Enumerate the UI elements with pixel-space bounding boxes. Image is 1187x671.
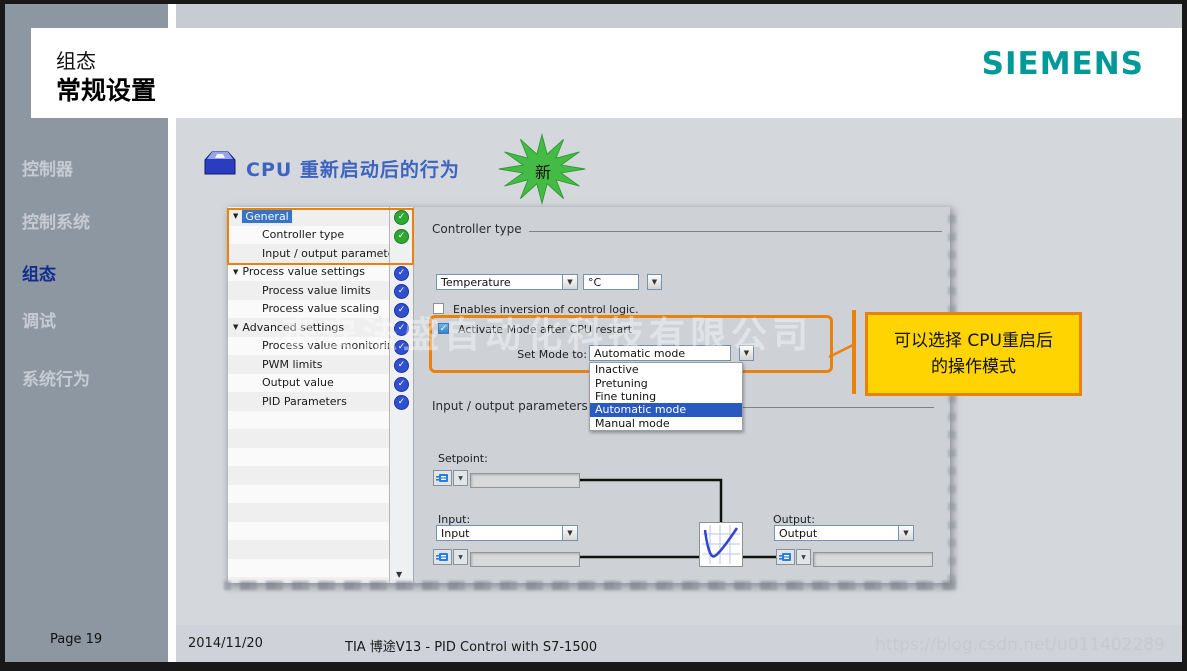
tree-item[interactable]: ▼ Process value settings: [228, 262, 389, 281]
tree-empty-row: [228, 503, 389, 522]
callout-line2: 的操作模式: [931, 357, 1016, 377]
footer-deck-title: TIA 博途V13 - PID Control with S7-1500: [345, 640, 598, 655]
input-field[interactable]: [470, 552, 580, 567]
tree-empty-row: [228, 521, 389, 540]
set-mode-chevron-down-icon[interactable]: ▼: [739, 345, 754, 361]
sidebar-item-2[interactable]: 组态: [22, 260, 56, 285]
tree-item-label: Output value: [262, 376, 334, 390]
blue-check-icon: ✓: [394, 265, 409, 281]
output-chevron-down-icon[interactable]: ▼: [796, 549, 811, 565]
tree-item-label: PID Parameters: [262, 394, 347, 408]
tree-item[interactable]: Process value limits: [228, 281, 389, 300]
input-plug-icon[interactable]: [433, 549, 452, 565]
slide-title: 常规设置: [56, 76, 157, 105]
tree-item[interactable]: Process value monitoring: [228, 336, 390, 355]
activate-mode-checkbox[interactable]: ✓: [438, 323, 449, 334]
setpoint-chevron-down-icon[interactable]: ▼: [453, 470, 468, 486]
tree-item-label: Process value limits: [262, 283, 371, 297]
blog-url-watermark: https://blog.csdn.net/u011402289: [875, 635, 1165, 655]
sidebar-item-0[interactable]: 控制器: [22, 155, 73, 180]
tree-item[interactable]: PWM limits: [228, 355, 389, 374]
scroll-down-icon[interactable]: ▼: [396, 570, 402, 579]
mode-dropdown-list: Inactive Pretuning Fine tuning Automatic mo…: [589, 362, 743, 431]
tree-item[interactable]: PID Parameters: [228, 392, 389, 411]
cpu-module-icon: [204, 151, 236, 175]
mode-option[interactable]: Manual mode: [590, 417, 742, 430]
tree-empty-row: [228, 429, 389, 448]
tia-screenshot: ▼ General Controller type Input / output pa…: [227, 207, 950, 583]
presentation-slide: 组态 常规设置 SIEMENS 控制器 控制系统 组态 调试 系统行为 Page 19 …: [0, 0, 1187, 671]
output-value: Output: [779, 526, 818, 540]
siemens-logo: SIEMENS: [981, 46, 1144, 82]
sidebar-item-1[interactable]: 控制系统: [22, 208, 90, 233]
blue-check-icon: ✓: [394, 395, 409, 410]
set-mode-select[interactable]: Automatic mode: [589, 345, 731, 361]
tree-item[interactable]: ▼ Advanced settings: [228, 318, 389, 337]
output-plug-icon[interactable]: [776, 549, 795, 565]
activate-mode-label: Activate Mode after CPU restart: [458, 323, 633, 336]
tree-empty-row: [228, 540, 389, 559]
pid-chart-icon: [699, 522, 743, 567]
mode-option[interactable]: Inactive: [590, 363, 742, 376]
callout-line1: 可以选择 CPU重启后: [894, 330, 1053, 351]
setpoint-plug-icon[interactable]: [433, 470, 452, 486]
blue-check-icon: ✓: [394, 302, 409, 318]
blue-check-icon: ✓: [394, 321, 409, 336]
tree-highlight-box: [227, 208, 414, 265]
sidebar-item-4[interactable]: 系统行为: [22, 365, 90, 390]
blue-check-icon: ✓: [394, 339, 409, 355]
chevron-down-icon[interactable]: ▼: [562, 526, 577, 540]
output-field[interactable]: [813, 552, 933, 567]
new-badge-label: 新: [534, 163, 551, 182]
top-band: [176, 4, 1182, 28]
tree-item-label: PWM limits: [262, 357, 323, 371]
footer-date: 2014/11/20: [188, 636, 263, 651]
input-value: Input: [441, 526, 470, 540]
mode-option[interactable]: Pretuning: [590, 376, 742, 390]
blue-check-icon: ✓: [394, 284, 409, 299]
page-number: Page 19: [50, 632, 103, 647]
tree-item[interactable]: Process value scaling: [228, 299, 389, 318]
blue-check-icon: ✓: [394, 376, 409, 392]
caret-down-icon[interactable]: ▼: [233, 323, 238, 331]
callout-box: 可以选择 CPU重启后 的操作模式: [865, 312, 1082, 396]
set-mode-value: Automatic mode: [594, 346, 686, 360]
output-select[interactable]: Output ▼: [774, 525, 914, 541]
tree-empty-row: [228, 410, 389, 429]
tree-item-label: Process value scaling: [262, 302, 380, 316]
set-mode-label: Set Mode to:: [517, 348, 587, 361]
tree-item[interactable]: Output value: [228, 373, 389, 392]
mode-option[interactable]: Automatic mode: [590, 403, 742, 417]
slide-header: 组态 常规设置 SIEMENS: [31, 28, 1182, 118]
setpoint-label: Setpoint:: [438, 452, 488, 465]
sidebar-item-3[interactable]: 调试: [22, 307, 56, 332]
tree-empty-row: [228, 484, 389, 503]
slide-pretitle: 组态: [56, 49, 96, 73]
tree-item-label: Process value monitoring: [262, 339, 390, 353]
tree-empty-row: [228, 466, 389, 485]
tree-item-label: Process value settings: [242, 265, 366, 279]
caret-down-icon[interactable]: ▼: [233, 268, 238, 276]
mode-option[interactable]: Fine tuning: [590, 390, 742, 403]
input-chevron-down-icon[interactable]: ▼: [453, 549, 468, 565]
section-heading: CPU 重新启动后的行为: [246, 159, 460, 181]
input-select[interactable]: Input ▼: [436, 525, 578, 541]
chevron-down-icon[interactable]: ▼: [898, 526, 913, 540]
blue-check-icon: ✓: [394, 358, 409, 373]
tree-empty-row: [228, 558, 389, 577]
setpoint-field[interactable]: [470, 473, 580, 488]
callout-bar: [852, 310, 856, 394]
tree-empty-row: [228, 447, 389, 466]
tree-item-label: Advanced settings: [242, 320, 345, 334]
